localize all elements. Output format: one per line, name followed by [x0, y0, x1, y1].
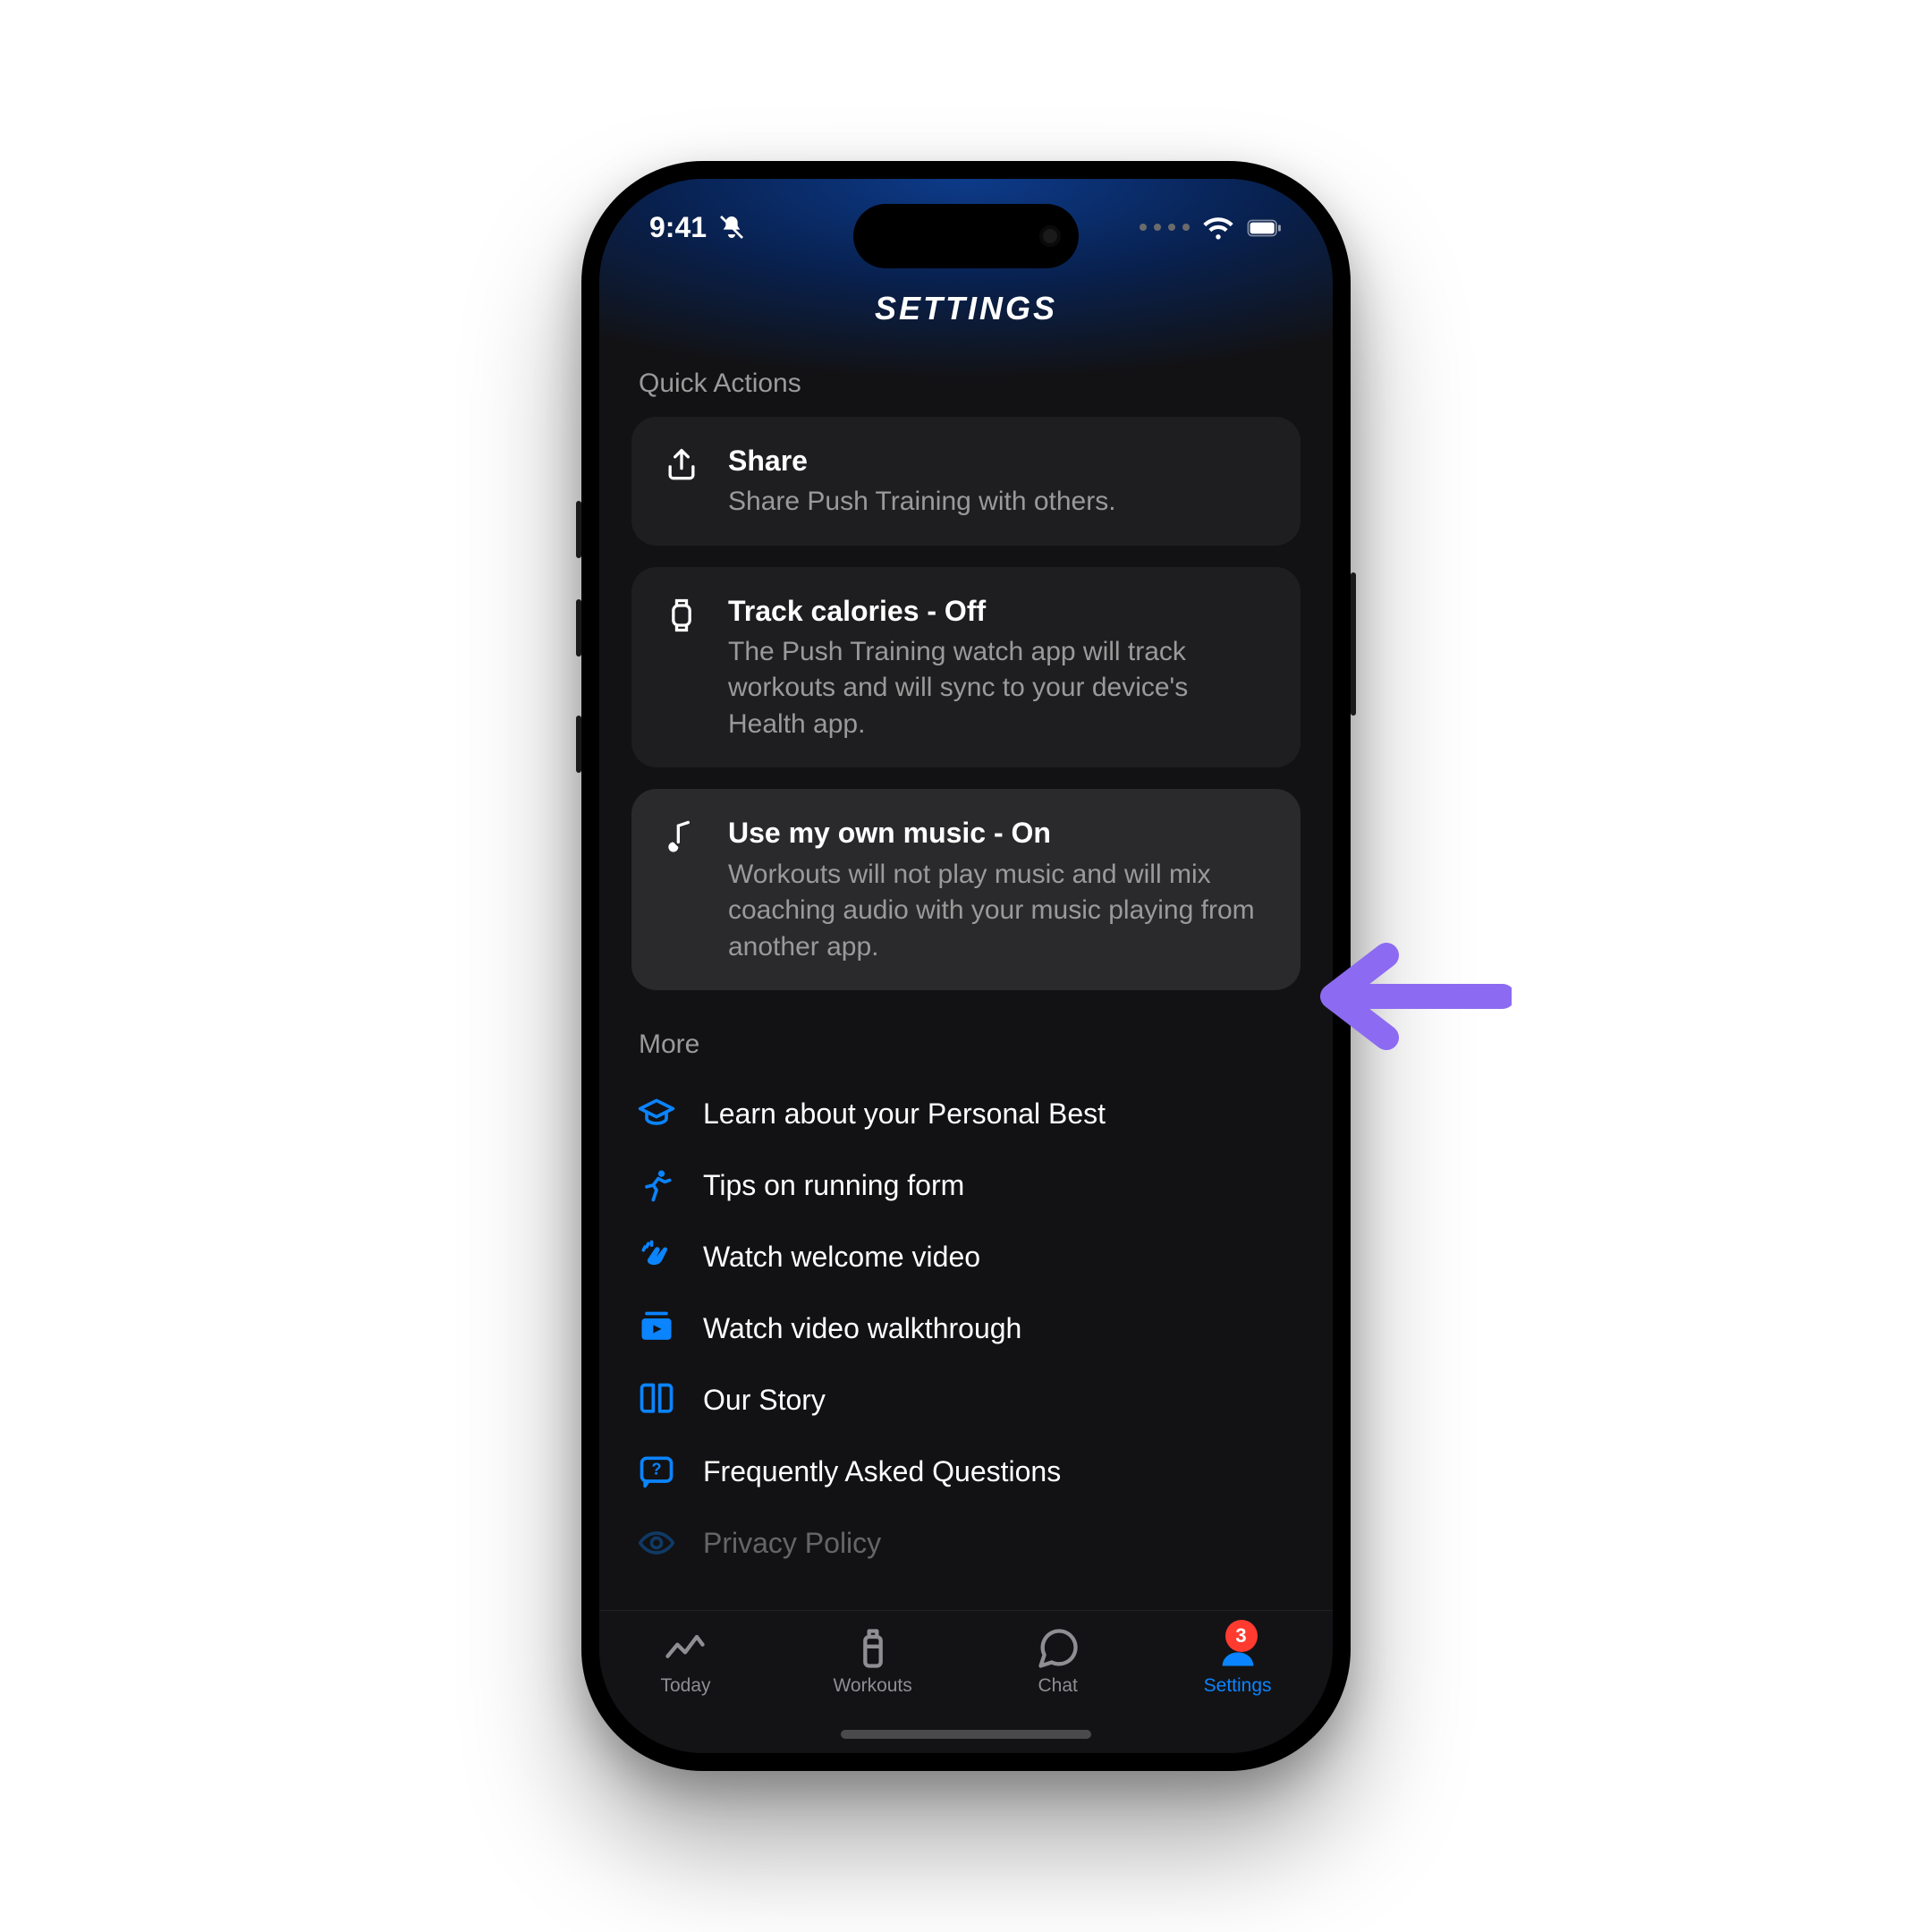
svg-text:?: ?	[651, 1460, 661, 1479]
quick-action-title: Use my own music - On	[728, 814, 1272, 852]
more-item-welcome-video[interactable]: Watch welcome video	[631, 1221, 1301, 1292]
running-icon	[635, 1165, 678, 1205]
phone-screen: 9:41 SETTINGS	[599, 179, 1333, 1753]
eye-icon	[635, 1523, 678, 1563]
quick-action-subtitle: Workouts will not play music and will mi…	[728, 857, 1272, 966]
tab-badge: 3	[1225, 1620, 1258, 1652]
quick-action-track-calories[interactable]: Track calories - Off The Push Training w…	[631, 567, 1301, 768]
share-icon	[660, 445, 703, 485]
quick-action-title: Share	[728, 442, 1272, 480]
more-item-personal-best[interactable]: Learn about your Personal Best	[631, 1078, 1301, 1149]
cellular-dots-icon	[1140, 224, 1190, 231]
tab-workouts[interactable]: Workouts	[833, 1625, 911, 1697]
more-item-label: Learn about your Personal Best	[703, 1097, 1106, 1131]
question-bubble-icon: ?	[635, 1452, 678, 1491]
quick-action-subtitle: Share Push Training with others.	[728, 484, 1272, 521]
quick-action-own-music[interactable]: Use my own music - On Workouts will not …	[631, 789, 1301, 990]
more-item-privacy[interactable]: Privacy Policy	[631, 1507, 1301, 1579]
watch-icon	[660, 596, 703, 635]
section-label-more: More	[639, 1030, 1301, 1060]
quick-action-title: Track calories - Off	[728, 592, 1272, 631]
settings-content[interactable]: Quick Actions Share Share Push Training …	[599, 358, 1333, 1610]
more-item-running-form[interactable]: Tips on running form	[631, 1149, 1301, 1221]
home-indicator[interactable]	[841, 1730, 1091, 1739]
quick-action-share[interactable]: Share Share Push Training with others.	[631, 417, 1301, 546]
tab-settings[interactable]: Settings 3	[1204, 1625, 1272, 1697]
hands-clap-icon	[635, 1237, 678, 1276]
video-play-icon	[635, 1309, 678, 1348]
tab-label: Today	[660, 1675, 710, 1697]
more-item-label: Our Story	[703, 1384, 826, 1417]
section-label-quick-actions: Quick Actions	[639, 369, 1301, 399]
page-title: SETTINGS	[599, 275, 1333, 356]
more-item-faq[interactable]: ? Frequently Asked Questions	[631, 1436, 1301, 1507]
more-item-our-story[interactable]: Our Story	[631, 1364, 1301, 1436]
tab-chat[interactable]: Chat	[1035, 1625, 1081, 1697]
graduation-cap-icon	[635, 1094, 678, 1133]
more-item-label: Tips on running form	[703, 1169, 964, 1202]
more-item-label: Watch welcome video	[703, 1241, 980, 1274]
phone-frame: 9:41 SETTINGS	[581, 161, 1351, 1771]
status-time: 9:41	[649, 211, 707, 244]
chart-line-icon	[662, 1625, 708, 1672]
tab-label: Chat	[1038, 1675, 1078, 1697]
chat-bubble-icon	[1035, 1625, 1081, 1672]
tab-today[interactable]: Today	[660, 1625, 710, 1697]
more-item-label: Frequently Asked Questions	[703, 1455, 1061, 1488]
bottle-icon	[850, 1625, 896, 1672]
dynamic-island	[853, 204, 1079, 268]
tab-label: Settings	[1204, 1675, 1272, 1697]
music-note-icon	[660, 818, 703, 857]
battery-icon	[1247, 215, 1283, 240]
wifi-icon	[1200, 215, 1236, 240]
more-item-label: Privacy Policy	[703, 1527, 881, 1560]
more-item-video-walkthrough[interactable]: Watch video walkthrough	[631, 1292, 1301, 1364]
more-item-label: Watch video walkthrough	[703, 1312, 1021, 1345]
quick-action-subtitle: The Push Training watch app will track w…	[728, 634, 1272, 743]
book-icon	[635, 1380, 678, 1419]
silent-mode-icon	[717, 213, 746, 242]
tab-label: Workouts	[833, 1675, 911, 1697]
